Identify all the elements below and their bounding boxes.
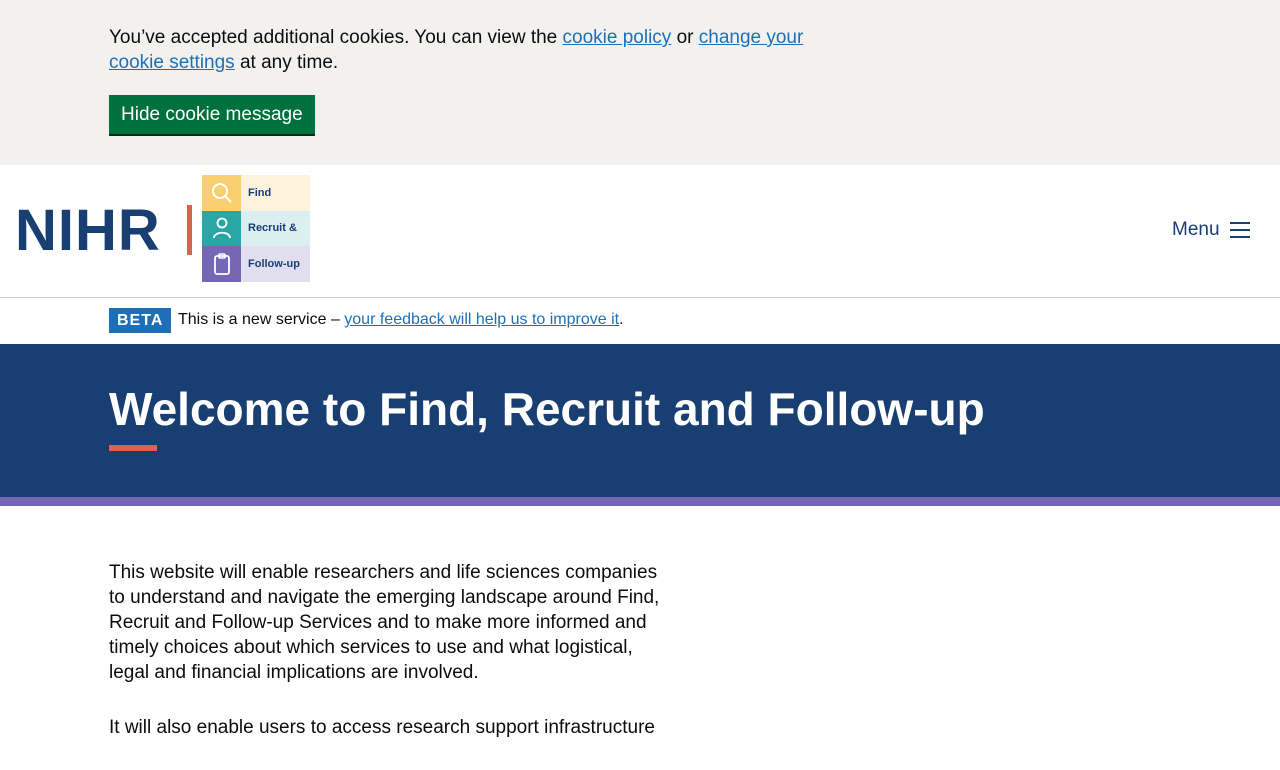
cookie-text-middle: or (671, 27, 699, 48)
hamburger-icon (1229, 222, 1250, 238)
nihr-logo: NIHR (15, 198, 161, 263)
second-paragraph: It will also enable users to access rese… (109, 717, 655, 738)
page-title: Welcome to Find, Recruit and Follow-up (109, 383, 985, 435)
cookie-banner: You’ve accepted additional cookies. You … (0, 0, 1280, 165)
hero-banner: Welcome to Find, Recruit and Follow-up (0, 344, 1280, 497)
cookie-policy-link[interactable]: cookie policy (563, 27, 672, 48)
frf-logo: Find Recruit & Follow-up (202, 175, 310, 282)
menu-button[interactable]: Menu (1172, 219, 1250, 241)
logo-divider (187, 205, 192, 255)
phase-banner-text: This is a new service – your feedback wi… (178, 310, 624, 330)
frf-logo-row-find: Find (202, 175, 310, 211)
phase-text: This is a new service – (178, 311, 345, 328)
feedback-link[interactable]: your feedback will help us to improve it (344, 311, 619, 328)
person-icon (202, 210, 241, 247)
hero-stripe (0, 497, 1280, 506)
main-content: This website will enable researchers and… (109, 560, 669, 770)
title-accent-bar (109, 445, 157, 451)
phase-suffix: . (619, 311, 624, 328)
menu-label: Menu (1172, 219, 1220, 240)
cookie-text-before: You’ve accepted additional cookies. You … (109, 27, 563, 48)
frf-label-recruit: Recruit & (241, 210, 310, 247)
hide-cookie-message-button[interactable]: Hide cookie message (109, 95, 315, 134)
cookie-message: You’ve accepted additional cookies. You … (109, 25, 829, 75)
intro-paragraph: This website will enable researchers and… (109, 562, 660, 683)
clipboard-icon (202, 246, 241, 282)
phase-banner: BETA This is a new service – your feedba… (0, 298, 1280, 344)
search-icon (202, 175, 241, 211)
site-header: NIHR Find Recruit & Follow-up Menu (0, 165, 1280, 298)
cookie-text-after: at any time. (234, 52, 339, 73)
frf-label-find: Find (241, 175, 310, 211)
frf-logo-row-follow-up: Follow-up (202, 246, 310, 282)
frf-label-follow-up: Follow-up (241, 246, 310, 282)
frf-logo-row-recruit: Recruit & (202, 210, 310, 247)
beta-tag: BETA (109, 308, 172, 333)
